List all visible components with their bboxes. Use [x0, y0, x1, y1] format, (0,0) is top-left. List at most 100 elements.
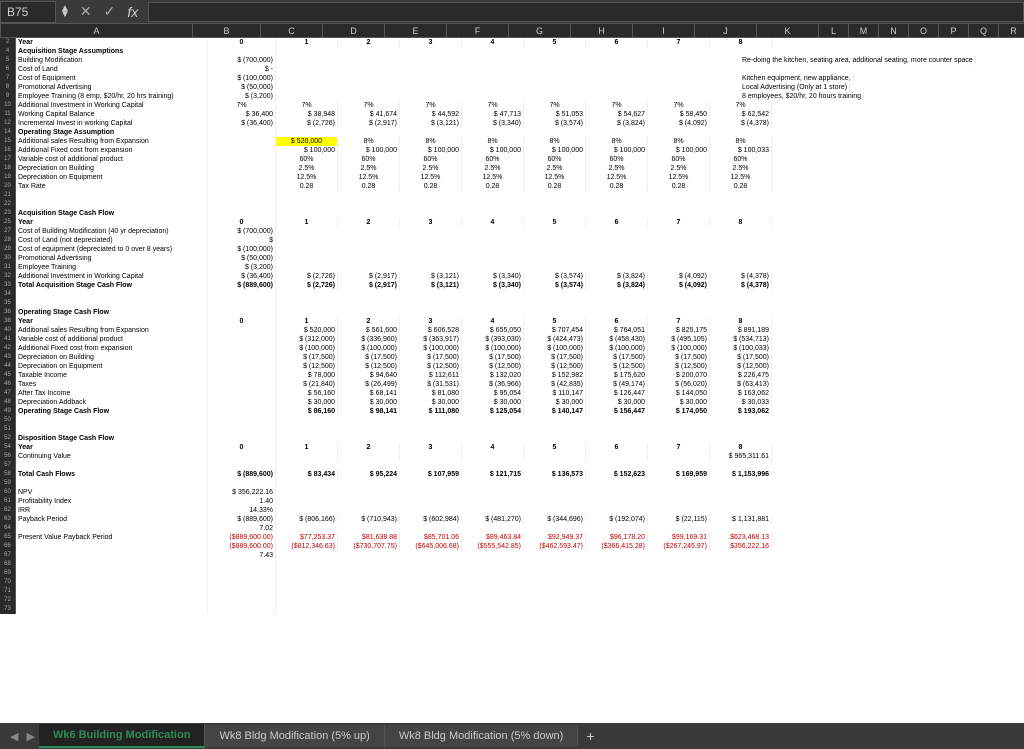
- cell[interactable]: $ 125,054: [462, 407, 524, 416]
- cell[interactable]: Employee Training: [16, 263, 208, 272]
- cell[interactable]: After Tax Income: [16, 389, 208, 398]
- cell[interactable]: $ 68,141: [338, 389, 400, 398]
- row-number[interactable]: 40: [0, 326, 16, 335]
- cell[interactable]: [208, 155, 276, 164]
- cell[interactable]: [208, 191, 276, 200]
- cell[interactable]: $ (3,200): [208, 263, 276, 272]
- row-number[interactable]: 51: [0, 425, 16, 434]
- cell[interactable]: 60%: [462, 155, 524, 164]
- row-number[interactable]: 34: [0, 290, 16, 299]
- cell[interactable]: $ 193,062: [710, 407, 772, 416]
- cell[interactable]: ($462,593.47): [524, 542, 586, 551]
- cell[interactable]: $ (458,430): [586, 335, 648, 344]
- cell[interactable]: $ 98,141: [338, 407, 400, 416]
- cell[interactable]: Profitability Index: [16, 497, 208, 506]
- cell[interactable]: Working Capital Balance: [16, 110, 208, 119]
- cell[interactable]: $ 30,000: [648, 398, 710, 407]
- cell[interactable]: [208, 326, 276, 335]
- row-number[interactable]: 15: [0, 137, 16, 146]
- cell[interactable]: Disposition Stage Cash Flow: [16, 434, 208, 443]
- cell[interactable]: 0: [208, 218, 276, 227]
- row-number[interactable]: 61: [0, 497, 16, 506]
- cell[interactable]: 60%: [648, 155, 710, 164]
- cell[interactable]: 12.5%: [338, 173, 400, 182]
- cell[interactable]: Employee Training (8 emp, $20/hr, 20 hrs…: [16, 92, 208, 101]
- fx-icon[interactable]: fx: [121, 4, 144, 20]
- cell[interactable]: [648, 452, 710, 461]
- cell[interactable]: $85,701.06: [400, 533, 462, 542]
- cell[interactable]: ($730,707.75): [338, 542, 400, 551]
- cell[interactable]: $ 121,715: [462, 470, 524, 479]
- cell[interactable]: 7: [648, 38, 710, 47]
- cell[interactable]: Tax Rate: [16, 182, 208, 191]
- cell[interactable]: 5: [524, 443, 586, 452]
- cell[interactable]: $356,222.16: [710, 542, 772, 551]
- col-header-F[interactable]: F: [447, 24, 509, 37]
- cell[interactable]: $ (21,840): [276, 380, 338, 389]
- cell[interactable]: $ 100,033: [710, 146, 772, 155]
- row-number[interactable]: 14: [0, 128, 16, 137]
- cell[interactable]: $ (12,500): [276, 362, 338, 371]
- cell[interactable]: $ (3,574): [524, 119, 586, 128]
- row-number[interactable]: 58: [0, 470, 16, 479]
- cell[interactable]: 8%: [710, 137, 772, 146]
- cell[interactable]: $ 825,175: [648, 326, 710, 335]
- row-number[interactable]: 62: [0, 506, 16, 515]
- cell[interactable]: ($889,600.00): [208, 533, 276, 542]
- cell[interactable]: $ 100,000: [648, 146, 710, 155]
- row-number[interactable]: 23: [0, 209, 16, 218]
- cell[interactable]: $ 100,000: [586, 146, 648, 155]
- cell[interactable]: Cost of Land (not depreciated): [16, 236, 208, 245]
- cell[interactable]: $ (100,000): [648, 344, 710, 353]
- cell[interactable]: $ (36,966): [462, 380, 524, 389]
- cell[interactable]: $: [208, 236, 276, 245]
- row-number[interactable]: 9: [0, 92, 16, 101]
- cell[interactable]: [16, 191, 208, 200]
- cell[interactable]: Depreciation Addback: [16, 398, 208, 407]
- col-header-J[interactable]: J: [695, 24, 757, 37]
- row-number[interactable]: 38: [0, 317, 16, 326]
- cell[interactable]: $ 83,434: [276, 470, 338, 479]
- row-number[interactable]: 20: [0, 182, 16, 191]
- cell[interactable]: [208, 416, 276, 425]
- cell[interactable]: $ (17,500): [710, 353, 772, 362]
- cell[interactable]: $ 606,528: [400, 326, 462, 335]
- row-number[interactable]: 21: [0, 191, 16, 200]
- cell[interactable]: 3: [400, 218, 462, 227]
- row-number[interactable]: 43: [0, 353, 16, 362]
- cell[interactable]: $ 54,627: [586, 110, 648, 119]
- tab-next-icon[interactable]: ▶: [22, 730, 38, 743]
- cell[interactable]: Payback Period: [16, 515, 208, 524]
- cell[interactable]: NPV: [16, 488, 208, 497]
- col-header-P[interactable]: P: [939, 24, 969, 37]
- cell[interactable]: 8%: [586, 137, 648, 146]
- cell[interactable]: [208, 47, 276, 56]
- cell[interactable]: 6: [586, 218, 648, 227]
- cell[interactable]: 8%: [524, 137, 586, 146]
- cell[interactable]: 7%: [710, 101, 772, 110]
- cell[interactable]: [16, 596, 208, 605]
- cell[interactable]: $ (3,340): [462, 281, 524, 290]
- confirm-icon[interactable]: ✓: [98, 3, 122, 20]
- add-sheet-icon[interactable]: +: [578, 724, 602, 748]
- cell[interactable]: [400, 452, 462, 461]
- cell[interactable]: $ 56,160: [276, 389, 338, 398]
- cell[interactable]: $ 30,000: [338, 398, 400, 407]
- cell[interactable]: ($366,415.28): [586, 542, 648, 551]
- cancel-icon[interactable]: ✕: [74, 3, 98, 20]
- cell[interactable]: 3: [400, 38, 462, 47]
- row-number[interactable]: 71: [0, 587, 16, 596]
- cell[interactable]: $ (12,500): [338, 362, 400, 371]
- cell[interactable]: $ 44,592: [400, 110, 462, 119]
- cell[interactable]: $ -: [208, 65, 276, 74]
- cell[interactable]: Taxable Income: [16, 371, 208, 380]
- cell[interactable]: Cost of Equipment: [16, 74, 208, 83]
- cell[interactable]: $ (49,174): [586, 380, 648, 389]
- cell[interactable]: $ (12,500): [524, 362, 586, 371]
- cell[interactable]: [16, 542, 208, 551]
- col-header-O[interactable]: O: [909, 24, 939, 37]
- row-number[interactable]: 59: [0, 479, 16, 488]
- cell[interactable]: 0: [208, 317, 276, 326]
- row-number[interactable]: 35: [0, 299, 16, 308]
- cell[interactable]: 2.5%: [276, 164, 338, 173]
